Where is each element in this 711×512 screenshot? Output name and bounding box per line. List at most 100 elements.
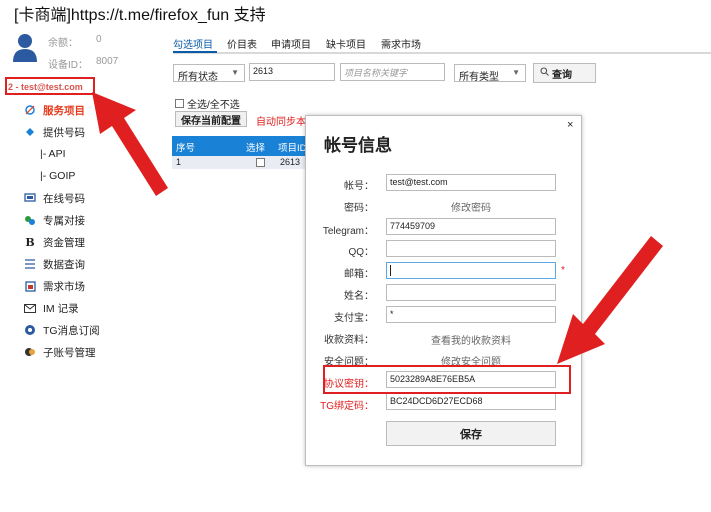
alipay-field[interactable]: *	[386, 306, 556, 323]
auto-sync-text: 自动同步本	[256, 117, 306, 128]
chevron-down-icon: ▼	[512, 68, 520, 77]
sidebar-item-label: 数据查询	[43, 258, 85, 271]
account-info-dialog: × 帐号信息 帐号： test@test.com 密码： 修改密码 Telegr…	[305, 115, 582, 466]
balance-value: 0	[96, 34, 102, 45]
header-project-id: 项目ID	[278, 143, 307, 154]
b-icon: B	[25, 235, 35, 249]
sidebar-item-label: 专属对接	[43, 214, 85, 227]
save-button[interactable]: 保存	[386, 421, 556, 446]
email-field[interactable]	[386, 262, 556, 279]
text-cursor	[390, 265, 391, 277]
account-field[interactable]: test@test.com	[386, 174, 556, 191]
chevron-down-icon: ▼	[231, 68, 239, 77]
sidebar-item-label: |- API	[40, 148, 66, 160]
avatar	[13, 34, 37, 62]
sidebar-item-label: 提供号码	[43, 126, 85, 139]
view-payment-info-link[interactable]: 查看我的收款资料	[386, 332, 556, 347]
sidebar-item-label: |- GOIP	[40, 170, 76, 182]
query-button-label: 查询	[552, 69, 572, 81]
query-button[interactable]: 查询	[533, 63, 596, 83]
sidebar-item-im-records[interactable]: IM 记录	[24, 300, 79, 316]
sidebar-item-api[interactable]: |- API	[40, 146, 66, 162]
status-select[interactable]: 所有状态 ▼	[173, 64, 245, 83]
sidebar-item-data-query[interactable]: 数据查询	[24, 256, 85, 272]
table-header: 序号 选择 项目ID	[172, 136, 314, 156]
balance-row: 余额： 0	[48, 34, 102, 49]
sidebar-item-dedicated[interactable]: 专属对接	[24, 212, 85, 228]
password-label: 密码：	[344, 203, 374, 214]
name-label: 姓名：	[344, 291, 374, 302]
active-tab-indicator	[173, 51, 217, 53]
sidebar-item-label: 需求市场	[43, 280, 85, 293]
telegram-field[interactable]: 774459709	[386, 218, 556, 235]
payment-info-label: 收款资料：	[324, 335, 374, 346]
email-label: 邮箱：	[344, 269, 374, 280]
table-row[interactable]: 1 2613	[172, 156, 314, 169]
device-value: 8007	[96, 56, 119, 67]
arrow-annotation-icon	[557, 236, 663, 364]
arrow-annotation-icon	[92, 92, 168, 196]
tab-bar: 勾选项目 价目表 申请项目 缺卡项目 需求市场	[173, 34, 711, 54]
tab-apply-project[interactable]: 申请项目	[271, 36, 311, 51]
balance-label: 余额：	[48, 38, 78, 49]
mail-icon	[24, 302, 36, 314]
tab-selected-projects[interactable]: 勾选项目	[173, 36, 213, 51]
online-icon	[24, 192, 36, 204]
sidebar-item-service[interactable]: 服务项目	[24, 102, 85, 118]
sidebar-item-provide-numbers[interactable]: 提供号码	[24, 124, 85, 140]
page-banner: [卡商端]https://t.me/firefox_fun 支持	[14, 1, 266, 25]
sidebar-item-subaccounts[interactable]: 子账号管理	[24, 344, 96, 360]
project-code-input[interactable]: 2613	[249, 63, 335, 81]
banner-text: [卡商端]https://t.me/firefox_fun 支持	[14, 7, 266, 24]
subaccount-icon	[24, 346, 36, 358]
tg-bind-code-field[interactable]: BC24DCD6D27ECD68	[386, 393, 556, 410]
row-checkbox[interactable]	[256, 158, 265, 167]
keyword-input[interactable]: 项目名称关键字	[340, 63, 445, 81]
highlight-box-user	[5, 77, 95, 95]
device-row: 设备ID： 8007	[48, 56, 118, 71]
header-select: 选择	[246, 143, 266, 154]
type-select-value: 所有类型	[459, 72, 499, 83]
row-project-id: 2613	[280, 157, 301, 167]
filter-bar: 所有状态 ▼ 2613 项目名称关键字 所有类型 ▼ 查询	[173, 63, 711, 83]
select-all-toggle[interactable]: 全选/全不选	[175, 96, 240, 111]
alipay-label: 支付宝：	[334, 313, 374, 324]
close-icon[interactable]: ×	[567, 119, 573, 131]
sidebar-item-label: TG消息订阅	[43, 324, 100, 337]
sidebar-item-label: 服务项目	[43, 104, 85, 117]
device-label: 设备ID：	[48, 60, 88, 71]
tab-missing-cards[interactable]: 缺卡项目	[326, 36, 366, 51]
select-all-label: 全选/全不选	[187, 100, 240, 111]
highlight-box-protocol-key	[323, 365, 571, 394]
sidebar-item-funds[interactable]: B 资金管理	[24, 234, 85, 250]
tg-bind-code-label: TG绑定码：	[320, 401, 374, 412]
sidebar-item-label: 子账号管理	[43, 346, 96, 359]
sidebar-item-market[interactable]: 需求市场	[24, 278, 85, 294]
sidebar-item-goip[interactable]: |- GOIP	[40, 168, 75, 184]
type-select[interactable]: 所有类型 ▼	[454, 64, 526, 83]
tab-price-list[interactable]: 价目表	[227, 36, 257, 51]
select-all-checkbox[interactable]	[175, 99, 184, 108]
connect-icon	[24, 214, 36, 226]
name-field[interactable]	[386, 284, 556, 301]
diamond-icon	[24, 126, 36, 138]
header-index: 序号	[176, 143, 196, 154]
account-label: 帐号：	[344, 181, 374, 192]
sidebar-item-label: 在线号码	[43, 192, 85, 205]
list-icon	[24, 258, 36, 270]
telegram-label: Telegram：	[322, 226, 374, 237]
qq-field[interactable]	[386, 240, 556, 257]
market-icon	[24, 280, 36, 292]
sidebar-item-online-numbers[interactable]: 在线号码	[24, 190, 85, 206]
search-icon	[540, 67, 549, 79]
save-config-button[interactable]: 保存当前配置	[175, 111, 247, 127]
dialog-title: 帐号信息	[324, 136, 392, 155]
row-index: 1	[176, 157, 182, 167]
tab-demand-market[interactable]: 需求市场	[381, 36, 421, 51]
status-select-value: 所有状态	[178, 72, 218, 83]
sidebar-item-label: IM 记录	[43, 302, 79, 315]
sidebar-item-tg-subscribe[interactable]: TG消息订阅	[24, 322, 100, 338]
service-icon	[24, 104, 36, 116]
change-password-link[interactable]: 修改密码	[386, 199, 556, 214]
sidebar-item-label: 资金管理	[43, 236, 85, 249]
